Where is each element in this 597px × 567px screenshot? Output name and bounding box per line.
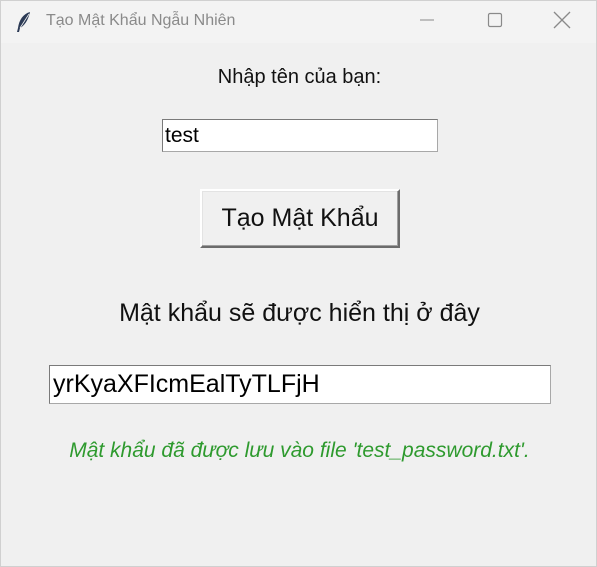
minimize-icon [419, 12, 435, 33]
main-panel: Nhập tên của bạn: test Tạo Mật Khẩu Mật … [1, 43, 596, 566]
maximize-button[interactable] [461, 1, 529, 43]
close-icon [553, 11, 571, 34]
name-input[interactable]: test [162, 119, 438, 152]
close-button[interactable] [528, 1, 596, 43]
name-label: Nhập tên của bạn: [217, 66, 382, 88]
minimize-button[interactable] [393, 1, 461, 43]
feather-icon [15, 11, 33, 33]
window-title: Tạo Mật Khẩu Ngẫu Nhiên [46, 12, 236, 29]
password-output-field[interactable]: yrKyaXFIcmEalTyTLFjH [49, 365, 551, 404]
status-message: Mật khẩu đã được lưu vào file 'test_pass… [69, 439, 530, 462]
app-window: Tạo Mật Khẩu Ngẫu Nhiên Nhập tên của bạn… [0, 0, 597, 567]
generate-password-button[interactable]: Tạo Mật Khẩu [200, 189, 400, 248]
title-bar[interactable]: Tạo Mật Khẩu Ngẫu Nhiên [1, 1, 596, 43]
password-label: Mật khẩu sẽ được hiển thị ở đây [119, 299, 480, 327]
maximize-icon [487, 12, 503, 33]
